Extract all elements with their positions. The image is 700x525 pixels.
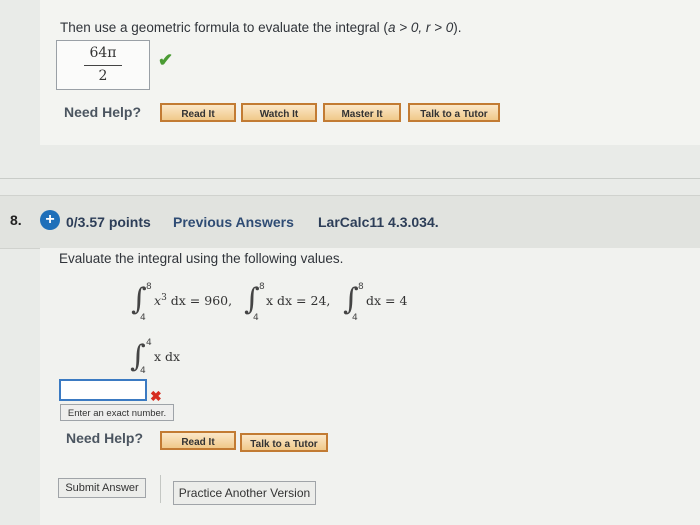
target-integral: x dx <box>154 349 181 364</box>
lower-limit: 4 <box>140 313 146 323</box>
integral-sign-icon: ∫ <box>131 282 147 317</box>
master-it-button[interactable]: Master It <box>323 103 401 122</box>
question-prompt: Evaluate the integral using the followin… <box>59 251 344 266</box>
answer-numerator: 64π <box>89 45 117 61</box>
previous-answer-box[interactable]: 64π 2 <box>56 40 150 90</box>
given-integral-3: dx = 4 <box>366 293 408 308</box>
integral-sign-icon: ∫ <box>244 282 260 317</box>
checkmark-icon: ✔ <box>158 50 174 70</box>
answer-input[interactable] <box>59 379 147 401</box>
previous-prompt: Then use a geometric formula to evaluate… <box>60 20 462 35</box>
practice-another-version-button[interactable]: Practice Another Version <box>173 481 316 505</box>
submit-answer-button[interactable]: Submit Answer <box>58 478 146 498</box>
answer-denominator: 2 <box>98 68 108 84</box>
upper-limit: 4 <box>146 338 152 348</box>
upper-limit: 8 <box>259 282 265 292</box>
read-it-button[interactable]: Read It <box>160 431 236 450</box>
integral-sign-icon: ∫ <box>343 282 359 317</box>
x-icon: ✖ <box>150 388 162 404</box>
input-hint-tooltip: Enter an exact number. <box>60 404 174 421</box>
button-separator <box>160 475 161 503</box>
question-number: 8. <box>10 212 22 228</box>
given-integral-2: x dx = 24, <box>266 293 331 308</box>
previous-answers-link[interactable]: Previous Answers <box>173 214 294 230</box>
talk-to-tutor-button[interactable]: Talk to a Tutor <box>408 103 500 122</box>
fraction-bar <box>84 65 122 66</box>
given-integral-1: x3 dx = 960, <box>154 293 233 309</box>
upper-limit: 8 <box>358 282 364 292</box>
need-help-label: Need Help? <box>64 104 142 120</box>
points: 0/3.57 points <box>66 214 151 230</box>
watch-it-button[interactable]: Watch It <box>241 103 317 122</box>
read-it-button[interactable]: Read It <box>160 103 236 122</box>
lower-limit: 4 <box>140 366 146 376</box>
question-code: LarCalc11 4.3.034. <box>318 214 439 230</box>
talk-to-tutor-button[interactable]: Talk to a Tutor <box>240 433 328 452</box>
lower-limit: 4 <box>352 313 358 323</box>
lower-limit: 4 <box>253 313 259 323</box>
need-help-label: Need Help? <box>66 430 144 446</box>
section-divider <box>0 178 700 179</box>
plus-icon[interactable]: + <box>40 210 60 230</box>
upper-limit: 8 <box>146 282 152 292</box>
